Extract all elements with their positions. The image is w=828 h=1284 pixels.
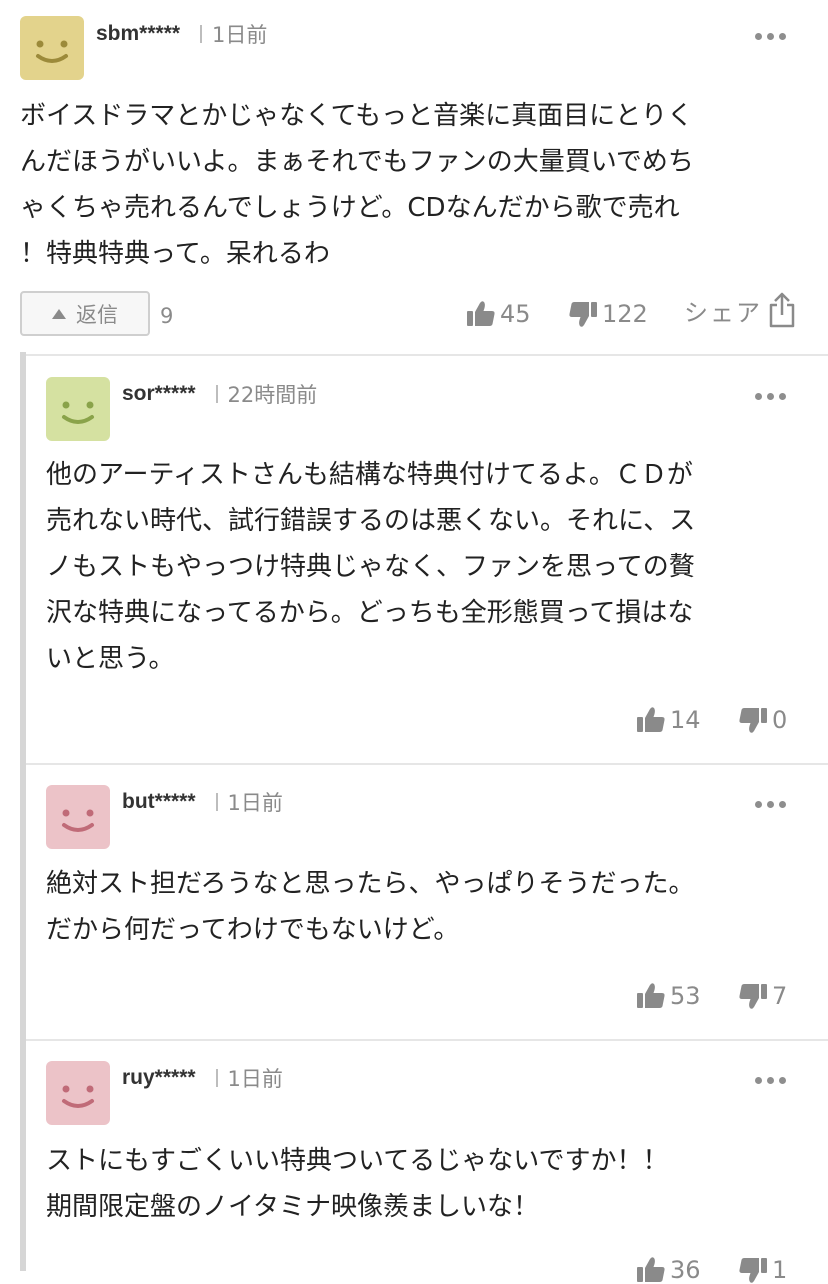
smiley-avatar-icon (46, 785, 110, 849)
thumbs-up-icon (637, 707, 665, 732)
like-count: 53 (670, 982, 701, 1010)
like-button[interactable]: 45 (466, 300, 531, 328)
like-count: 14 (670, 706, 701, 734)
dislike-count: 1 (772, 1256, 788, 1284)
reply-button[interactable]: 返信 (20, 291, 150, 336)
timestamp: 1日前 (212, 23, 268, 47)
like-button[interactable]: 53 (636, 982, 701, 1010)
reply-text-line: 期間限定盤のノイタミナ映像羨ましいな！ (46, 1192, 539, 1222)
avatar[interactable] (46, 785, 110, 849)
comment-header: sbm***** 1日前 (96, 19, 267, 49)
smiley-avatar-icon (46, 1061, 110, 1125)
reply-text-line: 絶対スト担だろうなと思ったら、やっぱりそうだった。 (46, 869, 695, 899)
comment-text: ボイスドラマとかじゃなくてもっと音楽に真面目にとりく んだほうがいいよ。まぁそれ… (20, 93, 820, 277)
thumbs-down-icon (739, 1258, 767, 1283)
reply-count: 9 (160, 304, 174, 328)
thumbs-up-icon (467, 301, 495, 326)
comment-text-line: ボイスドラマとかじゃなくてもっと音楽に真面目にとりく (20, 101, 694, 131)
like-button[interactable]: 36 (636, 1256, 701, 1284)
dislike-button[interactable]: 0 (738, 706, 787, 734)
timestamp: 1日前 (227, 1067, 283, 1091)
like-count: 36 (670, 1256, 701, 1284)
comment-text-line: んだほうがいいよ。まぁそれでもファンの大量買いでめち (20, 147, 694, 177)
divider (26, 354, 828, 356)
reply-text: 絶対スト担だろうなと思ったら、やっぱりそうだった。 だから何だってわけでもないけ… (46, 861, 826, 953)
comment-text-line: ゃくちゃ売れるんでしょうけど。CDなんだから歌で売れ (20, 193, 680, 223)
dislike-button[interactable]: 7 (738, 982, 787, 1010)
more-options-icon[interactable] (749, 1068, 791, 1092)
reply-header: ruy***** 1日前 (122, 1063, 283, 1093)
dislike-button[interactable]: 1 (738, 1256, 787, 1284)
caret-up-icon (52, 308, 66, 319)
smiley-avatar-icon (20, 16, 84, 80)
reply-text-line: いと思う。 (46, 644, 175, 674)
thumbs-down-icon (569, 302, 597, 327)
reply-text: ストにもすごくいい特典ついてるじゃないですか！！ 期間限定盤のノイタミナ映像羨ま… (46, 1138, 826, 1230)
like-count: 45 (500, 300, 531, 328)
separator (215, 793, 218, 811)
username[interactable]: sor***** (122, 382, 196, 406)
smiley-avatar-icon (46, 377, 110, 441)
divider (26, 1039, 828, 1041)
reply-text-line: ストにもすごくいい特典ついてるじゃないですか！！ (46, 1146, 669, 1176)
reply-thread-line (20, 352, 26, 1271)
avatar[interactable] (20, 16, 84, 80)
thumbs-down-icon (739, 984, 767, 1009)
reply-text-line: だから何だってわけでもないけど。 (46, 915, 460, 945)
more-options-icon[interactable] (749, 384, 791, 408)
dislike-count: 0 (772, 706, 788, 734)
dislike-count: 122 (602, 300, 648, 328)
reply-header: but***** 1日前 (122, 787, 283, 817)
avatar[interactable] (46, 377, 110, 441)
timestamp: 1日前 (227, 791, 283, 815)
like-button[interactable]: 14 (636, 706, 701, 734)
reply-text-line: 他のアーティストさんも結構な特典付けてるよ。ＣＤが (46, 460, 693, 490)
username[interactable]: sbm***** (96, 22, 180, 46)
timestamp: 22時間前 (227, 383, 318, 407)
divider (26, 763, 828, 765)
share-icon (769, 292, 795, 328)
reply-text-line: 売れない時代、試行錯誤するのは悪くない。それに、ス (46, 506, 696, 536)
comment-text-line: ！特典特典って。呆れるわ (20, 239, 330, 269)
share-label: シェア (684, 298, 762, 327)
more-options-icon[interactable] (749, 24, 791, 48)
share-button[interactable]: シェア (684, 292, 796, 328)
reply-text-line: ノもストもやっつけ特典じゃなく、ファンを思っての贅 (46, 552, 695, 582)
dislike-button[interactable]: 122 (568, 300, 648, 328)
separator (215, 1069, 218, 1087)
username[interactable]: but***** (122, 790, 196, 814)
reply-header: sor***** 22時間前 (122, 379, 317, 409)
separator (200, 25, 203, 43)
reply-text: 他のアーティストさんも結構な特典付けてるよ。ＣＤが 売れない時代、試行錯誤するの… (46, 452, 826, 682)
username[interactable]: ruy***** (122, 1066, 196, 1090)
dislike-count: 7 (772, 982, 788, 1010)
thumbs-down-icon (739, 708, 767, 733)
avatar[interactable] (46, 1061, 110, 1125)
thumbs-up-icon (637, 983, 665, 1008)
separator (215, 385, 218, 403)
thumbs-up-icon (637, 1257, 665, 1282)
reply-button-label: 返信 (76, 302, 118, 327)
more-options-icon[interactable] (749, 792, 791, 816)
reply-text-line: 沢な特典になってるから。どっちも全形態買って損はな (46, 598, 694, 628)
